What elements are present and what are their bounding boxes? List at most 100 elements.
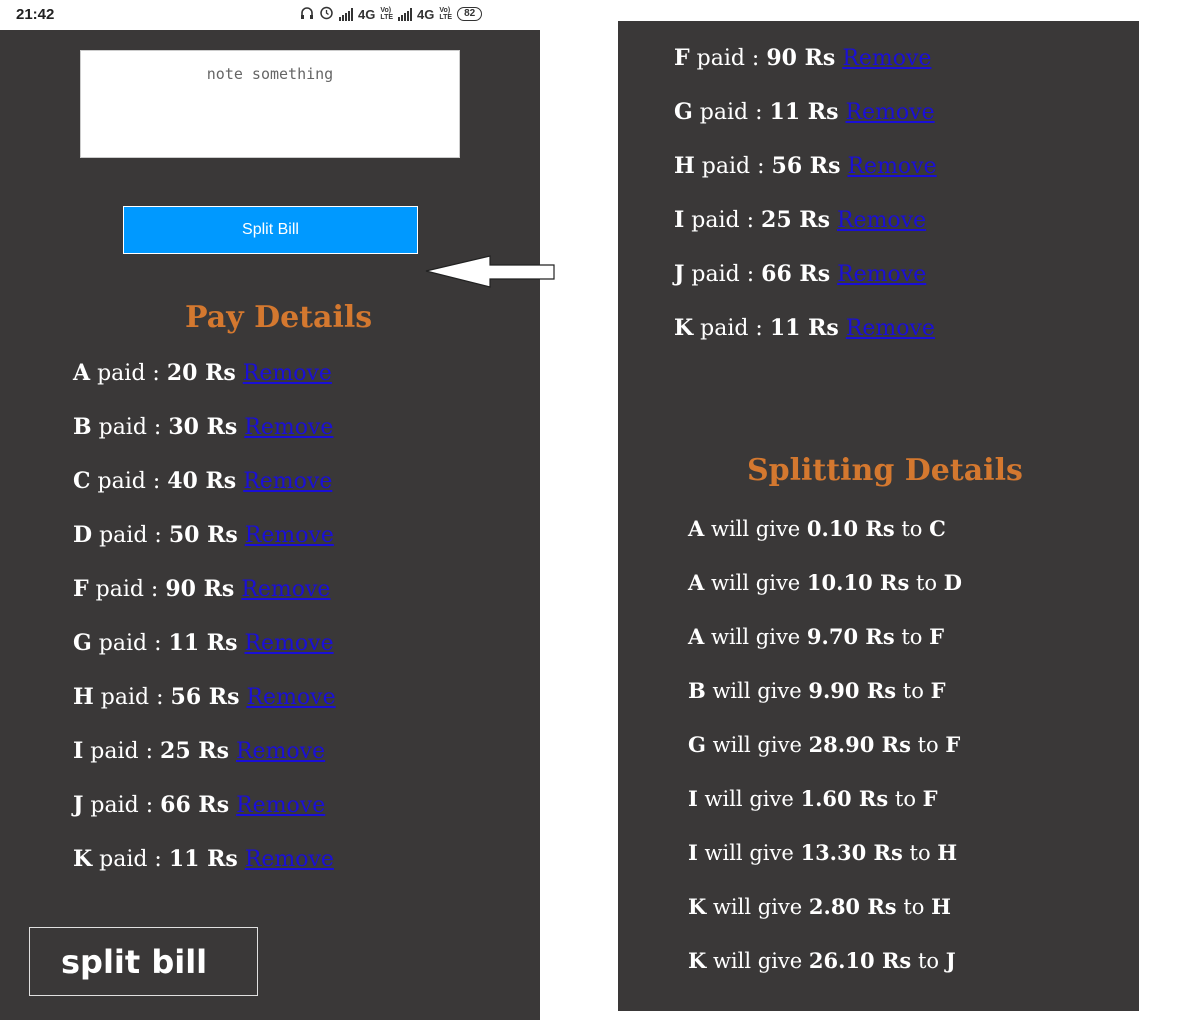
receiver-name: H — [931, 894, 951, 919]
remove-link[interactable]: Remove — [243, 361, 332, 386]
remove-link[interactable]: Remove — [847, 154, 936, 179]
payer-name: C — [73, 468, 91, 494]
remove-link[interactable]: Remove — [236, 739, 325, 764]
remove-link[interactable]: Remove — [244, 631, 333, 656]
payer-name: F — [73, 576, 89, 602]
remove-link[interactable]: Remove — [245, 523, 334, 548]
give-amount: 28.90 Rs — [808, 732, 911, 757]
pointer-arrow-icon — [425, 255, 555, 288]
pay-row: I paid : 25 Rs Remove — [73, 738, 325, 764]
giver-name: I — [688, 840, 698, 865]
give-amount: 2.80 Rs — [808, 894, 897, 919]
paid-label: paid : — [699, 100, 763, 125]
giver-name: K — [688, 894, 707, 919]
pay-row: J paid : 66 Rs Remove — [674, 261, 926, 287]
app-screen-left: note something Split Bill Pay Details A … — [0, 30, 555, 1020]
pay-row: H paid : 56 Rs Remove — [674, 153, 937, 179]
to-label: to — [917, 949, 940, 973]
paid-label: paid : — [100, 685, 164, 710]
pay-row: F paid : 90 Rs Remove — [73, 576, 330, 602]
pay-row: H paid : 56 Rs Remove — [73, 684, 336, 710]
paid-amount: 25 Rs — [160, 738, 229, 764]
paid-amount: 90 Rs — [766, 45, 836, 71]
give-label: will give — [710, 625, 801, 649]
paid-label: paid : — [99, 847, 162, 872]
give-label: will give — [712, 679, 802, 703]
giver-name: I — [688, 786, 698, 811]
payer-name: D — [73, 522, 93, 548]
remove-link[interactable]: Remove — [837, 208, 926, 233]
remove-link[interactable]: Remove — [236, 793, 325, 818]
pay-row: D paid : 50 Rs Remove — [73, 522, 334, 548]
payer-name: H — [73, 684, 94, 710]
split-bill-button[interactable]: Split Bill — [123, 206, 418, 254]
give-amount: 10.10 Rs — [806, 570, 910, 595]
status-icons: 4G Vo) LTE 4G Vo) LTE 82 — [300, 5, 483, 23]
paid-amount: 66 Rs — [160, 792, 230, 818]
status-bar: 21:42 4G Vo) LTE 4G Vo) LTE 82 — [0, 0, 540, 30]
give-amount: 26.10 Rs — [808, 948, 912, 973]
remove-link[interactable]: Remove — [837, 262, 926, 287]
remove-link[interactable]: Remove — [243, 469, 332, 494]
paid-label: paid : — [701, 154, 765, 179]
pay-details-title: Pay Details — [185, 300, 373, 335]
give-label: will give — [710, 517, 801, 541]
remove-link[interactable]: Remove — [845, 100, 934, 125]
split-row: A will give 0.10 Rs to C — [688, 516, 946, 541]
receiver-name: H — [937, 840, 958, 865]
paid-amount: 90 Rs — [165, 576, 235, 602]
pay-row: I paid : 25 Rs Remove — [674, 207, 926, 233]
battery-icon: 82 — [457, 7, 483, 21]
paid-amount: 40 Rs — [167, 468, 237, 494]
give-label: will give — [712, 895, 803, 919]
paid-label: paid : — [90, 793, 154, 818]
app-screen-right: F paid : 90 Rs Remove G paid : 11 Rs Rem… — [618, 21, 1139, 1011]
payer-name: G — [73, 630, 92, 656]
to-label: to — [902, 679, 924, 703]
volte-indicator-2: Vo) LTE — [439, 7, 453, 21]
pay-row: C paid : 40 Rs Remove — [73, 468, 332, 494]
signal-icon — [398, 7, 413, 21]
payer-name: K — [674, 315, 694, 341]
receiver-name: C — [929, 516, 946, 541]
pay-row: K paid : 11 Rs Remove — [674, 315, 935, 341]
give-label: will give — [712, 949, 803, 973]
remove-link[interactable]: Remove — [842, 46, 931, 71]
pay-row: G paid : 11 Rs Remove — [73, 630, 334, 656]
paid-label: paid : — [95, 577, 159, 602]
remove-link[interactable]: Remove — [244, 415, 333, 440]
split-row: K will give 26.10 Rs to J — [688, 948, 956, 973]
paid-label: paid : — [696, 46, 760, 71]
remove-link[interactable]: Remove — [246, 685, 335, 710]
giver-name: A — [688, 624, 705, 649]
remove-link[interactable]: Remove — [846, 316, 935, 341]
paid-label: paid : — [98, 415, 162, 440]
volte-indicator-1: Vo) LTE — [380, 7, 394, 21]
to-label: to — [903, 895, 925, 919]
give-amount: 1.60 Rs — [800, 786, 889, 811]
paid-label: paid : — [691, 208, 755, 233]
payer-name: K — [73, 846, 93, 872]
paid-amount: 11 Rs — [769, 99, 839, 125]
paid-label: paid : — [98, 631, 162, 656]
split-row: A will give 10.10 Rs to D — [688, 570, 962, 595]
give-amount: 9.90 Rs — [808, 678, 897, 703]
paid-amount: 56 Rs — [170, 684, 240, 710]
paid-amount: 11 Rs — [168, 630, 238, 656]
payer-name: F — [674, 45, 690, 71]
give-label: will give — [712, 733, 802, 757]
receiver-name: F — [930, 678, 946, 703]
note-input[interactable]: note something — [80, 50, 460, 158]
paid-label: paid : — [691, 262, 755, 287]
to-label: to — [909, 841, 931, 865]
remove-link[interactable]: Remove — [241, 577, 330, 602]
network-type-2: 4G — [417, 6, 435, 22]
give-label: will give — [704, 841, 794, 865]
pay-row: B paid : 30 Rs Remove — [73, 414, 333, 440]
giver-name: G — [688, 732, 706, 757]
give-label: will give — [710, 571, 801, 595]
split-row: G will give 28.90 Rs to F — [688, 732, 960, 757]
remove-link[interactable]: Remove — [245, 847, 334, 872]
alarm-icon — [319, 5, 334, 23]
paid-amount: 50 Rs — [168, 522, 238, 548]
